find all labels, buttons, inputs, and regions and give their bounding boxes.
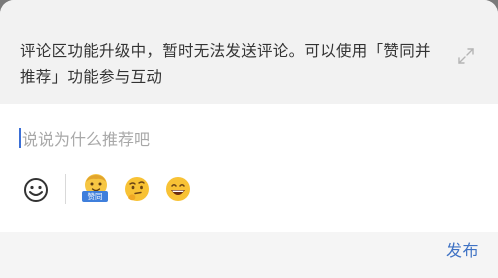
comment-editor: 赞同	[0, 104, 498, 232]
notice-banner: 评论区功能升级中，暂时无法发送评论。可以使用「赞同并推荐」功能参与互动	[0, 0, 498, 104]
publish-button[interactable]: 发布	[446, 237, 479, 261]
agree-sticker-button[interactable]: 赞同	[80, 172, 112, 206]
comment-input[interactable]	[18, 124, 472, 154]
toolbar-divider	[65, 174, 66, 204]
notice-text: 评论区功能升级中，暂时无法发送评论。可以使用「赞同并推荐」功能参与互动	[20, 42, 431, 86]
expand-icon[interactable]	[456, 46, 476, 66]
emoji-toolbar: 赞同	[0, 170, 498, 210]
thinking-face-icon[interactable]	[121, 174, 153, 206]
grinning-face-icon[interactable]	[162, 174, 194, 206]
emoji-keyboard-icon[interactable]	[20, 174, 52, 206]
agree-badge: 赞同	[82, 191, 108, 202]
comment-sheet: 评论区功能升级中，暂时无法发送评论。可以使用「赞同并推荐」功能参与互动 说说为什…	[0, 0, 498, 278]
sheet-footer: 发布	[0, 232, 498, 278]
